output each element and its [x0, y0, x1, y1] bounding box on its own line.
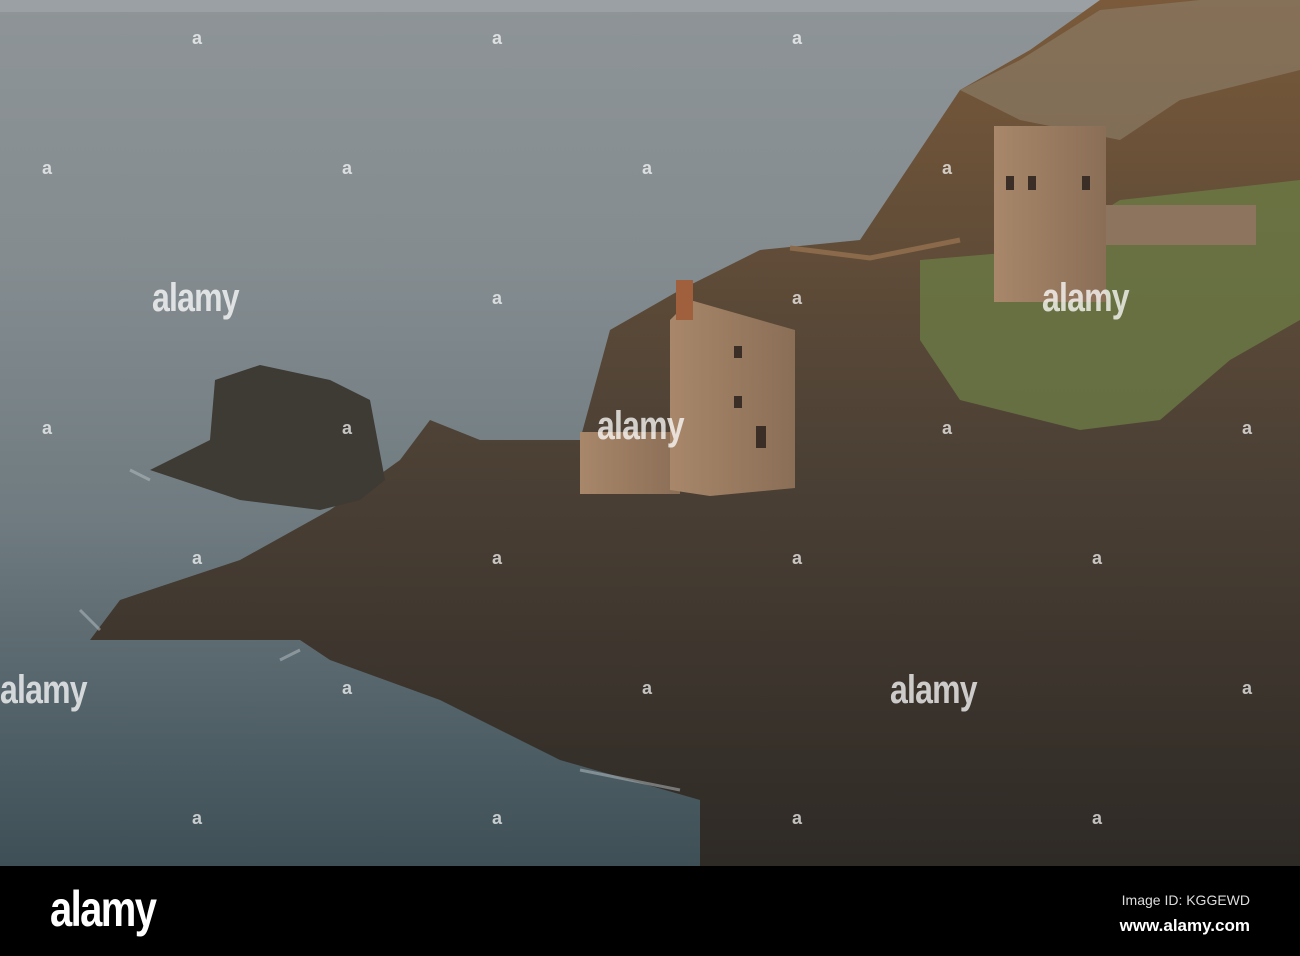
watermark-alamy: alamy	[597, 404, 685, 448]
watermark-a: a	[192, 548, 203, 568]
watermark-a: a	[42, 158, 53, 178]
watermark-a: a	[192, 28, 203, 48]
watermark-a: a	[492, 548, 503, 568]
watermark-a: a	[1092, 548, 1103, 568]
watermark-a: a	[492, 28, 503, 48]
watermark-a: a	[42, 418, 53, 438]
watermark-a: a	[492, 808, 503, 828]
watermark-a: a	[192, 808, 203, 828]
watermark-a: a	[492, 288, 503, 308]
photo-clifftop-engine-houses: alamy alamy alamy alamy alamy a a a a a …	[0, 0, 1300, 866]
watermark-alamy: alamy	[0, 668, 88, 712]
watermark-alamy: alamy	[1042, 276, 1130, 320]
watermark-a: a	[342, 158, 353, 178]
watermark-a: a	[942, 158, 953, 178]
watermark-a: a	[342, 418, 353, 438]
watermark-a: a	[342, 678, 353, 698]
watermark-alamy: alamy	[890, 668, 978, 712]
footer-bar: alamy Image ID: KGGEWD www.alamy.com	[0, 866, 1300, 956]
site-url: www.alamy.com	[1119, 916, 1250, 935]
alamy-logo: alamy	[50, 881, 157, 937]
watermark-a: a	[792, 288, 803, 308]
watermark-a: a	[1092, 808, 1103, 828]
watermark-a: a	[1242, 418, 1253, 438]
watermark-a: a	[1242, 678, 1253, 698]
chimney	[676, 280, 693, 320]
watermark-a: a	[792, 28, 803, 48]
watermark-a: a	[942, 418, 953, 438]
watermark-a: a	[792, 808, 803, 828]
watermark-a: a	[642, 158, 653, 178]
watermark-a: a	[642, 678, 653, 698]
watermark-alamy: alamy	[152, 276, 240, 320]
watermark-a: a	[792, 548, 803, 568]
image-id: Image ID: KGGEWD	[1121, 892, 1250, 908]
